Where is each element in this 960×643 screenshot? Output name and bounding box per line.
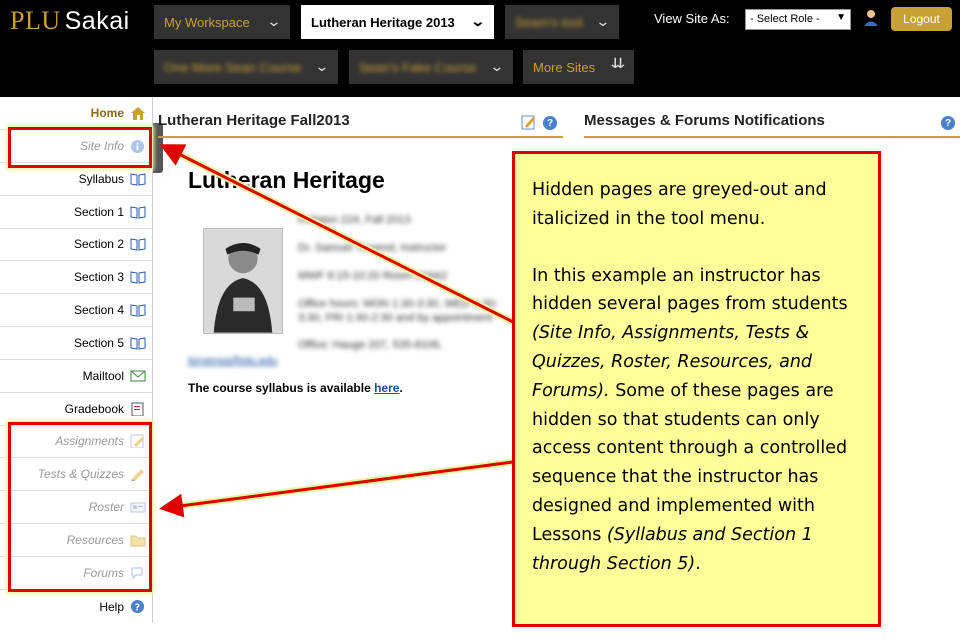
annotation-callout: Hidden pages are greyed-out and italiciz… (512, 151, 881, 627)
callout-paragraph-1: Hidden pages are greyed-out and italiciz… (532, 180, 827, 229)
callout-paragraph-2: In this example an instructor has hidden… (532, 262, 864, 579)
callout-text: . (695, 553, 701, 574)
arrow-to-site-info (159, 144, 514, 324)
sakai-screen: PLU Sakai My Workspace ⌄ Lutheran Heritag… (0, 0, 960, 643)
callout-text: In this example an instructor has hidden… (532, 265, 848, 315)
arrow-to-hidden-tools (159, 460, 514, 518)
callout-text: Some of these pages are hidden so that s… (532, 380, 848, 545)
